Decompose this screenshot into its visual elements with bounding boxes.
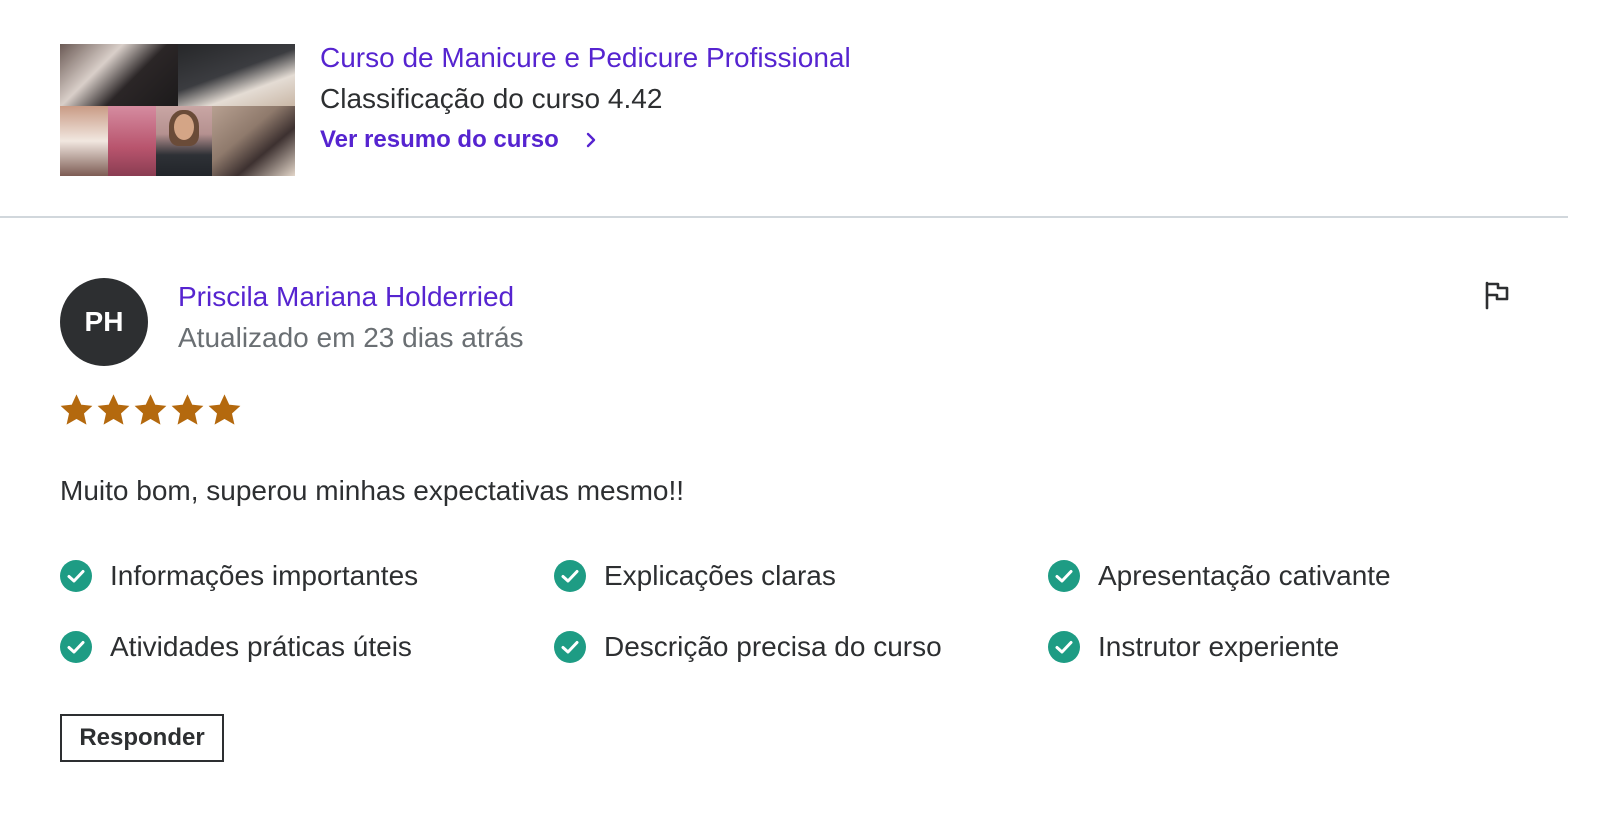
view-course-summary-link[interactable]: Ver resumo do curso — [320, 126, 601, 154]
check-circle-icon — [60, 560, 92, 592]
review-tag: Apresentação cativante — [1048, 560, 1391, 592]
course-thumbnail[interactable] — [60, 44, 295, 176]
check-circle-icon — [1048, 631, 1080, 663]
check-circle-icon — [1048, 560, 1080, 592]
thumbnail-segment — [212, 106, 295, 176]
reviewer-name[interactable]: Priscila Mariana Holderried — [178, 281, 514, 313]
review-tag-label: Explicações claras — [604, 560, 836, 591]
course-card: Curso de Manicure e Pedicure Profissiona… — [60, 42, 1540, 176]
review-tag-label: Atividades práticas úteis — [110, 631, 412, 662]
star-icon — [60, 394, 93, 425]
thumbnail-segment — [60, 44, 178, 106]
check-circle-icon — [554, 560, 586, 592]
view-course-summary-label: Ver resumo do curso — [320, 126, 559, 153]
thumbnail-segment — [60, 106, 108, 176]
chevron-right-icon — [586, 132, 595, 148]
review-tag-label: Informações importantes — [110, 560, 419, 591]
review-tag-label: Apresentação cativante — [1098, 560, 1391, 591]
thumbnail-segment — [108, 106, 156, 176]
instructor-face — [174, 114, 194, 140]
thumbnail-segment — [178, 44, 295, 106]
flag-icon[interactable] — [1480, 278, 1514, 312]
review-tag: Atividades práticas úteis — [60, 631, 412, 663]
course-title-link[interactable]: Curso de Manicure e Pedicure Profissiona… — [320, 42, 851, 74]
star-icon — [208, 394, 241, 425]
course-rating: Classificação do curso 4.42 — [320, 83, 663, 114]
thumbnail-instructor — [156, 106, 212, 176]
review-text: Muito bom, superou minhas expectativas m… — [60, 475, 685, 506]
avatar: PH — [60, 278, 148, 366]
review-tag: Instrutor experiente — [1048, 631, 1339, 663]
check-circle-icon — [60, 631, 92, 663]
star-icon — [97, 394, 130, 425]
star-rating — [60, 394, 241, 427]
section-divider — [0, 216, 1568, 218]
review-date: Atualizado em 23 dias atrás — [178, 322, 524, 353]
review-tag: Descrição precisa do curso — [554, 631, 942, 663]
review-tag-label: Instrutor experiente — [1098, 631, 1340, 662]
review-tag-label: Descrição precisa do curso — [604, 631, 942, 662]
star-icon — [171, 394, 204, 425]
review-tag: Explicações claras — [554, 560, 836, 592]
star-icon — [134, 394, 167, 425]
review-tag: Informações importantes — [60, 560, 418, 592]
reply-button[interactable]: Responder — [60, 714, 224, 762]
check-circle-icon — [554, 631, 586, 663]
